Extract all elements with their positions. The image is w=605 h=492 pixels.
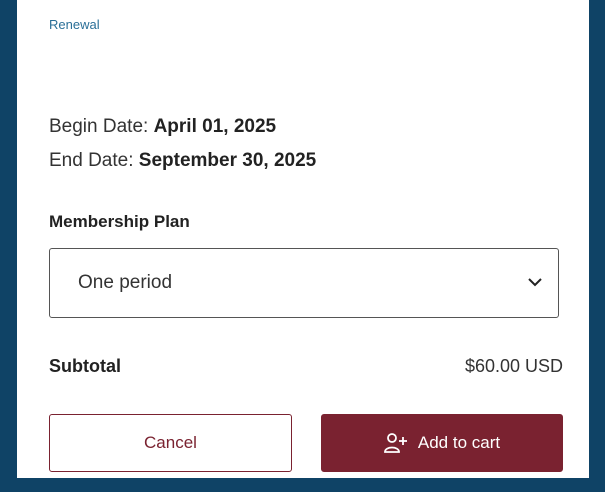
renewal-panel: Renewal Begin Date: April 01, 2025 End D…: [17, 0, 589, 478]
renewal-link[interactable]: Renewal: [49, 17, 100, 32]
begin-date-label: Begin Date:: [49, 116, 149, 137]
cancel-button-label: Cancel: [144, 433, 197, 452]
add-to-cart-button[interactable]: Add to cart: [321, 414, 563, 472]
subtotal-value: $60.00 USD: [464, 356, 563, 376]
end-date-value: September 30, 2025: [138, 150, 317, 171]
end-date: End Date: September 30, 2025: [49, 150, 316, 172]
subtotal-label: Subtotal: [49, 356, 121, 376]
add-user-icon: [383, 433, 407, 453]
end-date-label: End Date:: [49, 150, 134, 171]
cancel-button[interactable]: Cancel: [49, 414, 292, 472]
membership-plan-label: Membership Plan: [49, 212, 190, 231]
membership-plan-select[interactable]: One period: [49, 248, 559, 318]
add-to-cart-label: Add to cart: [417, 433, 501, 452]
begin-date-value: April 01, 2025: [153, 116, 277, 137]
begin-date: Begin Date: April 01, 2025: [49, 116, 276, 138]
membership-plan-selected: One period: [78, 272, 173, 293]
chevron-down-icon: [528, 278, 542, 287]
